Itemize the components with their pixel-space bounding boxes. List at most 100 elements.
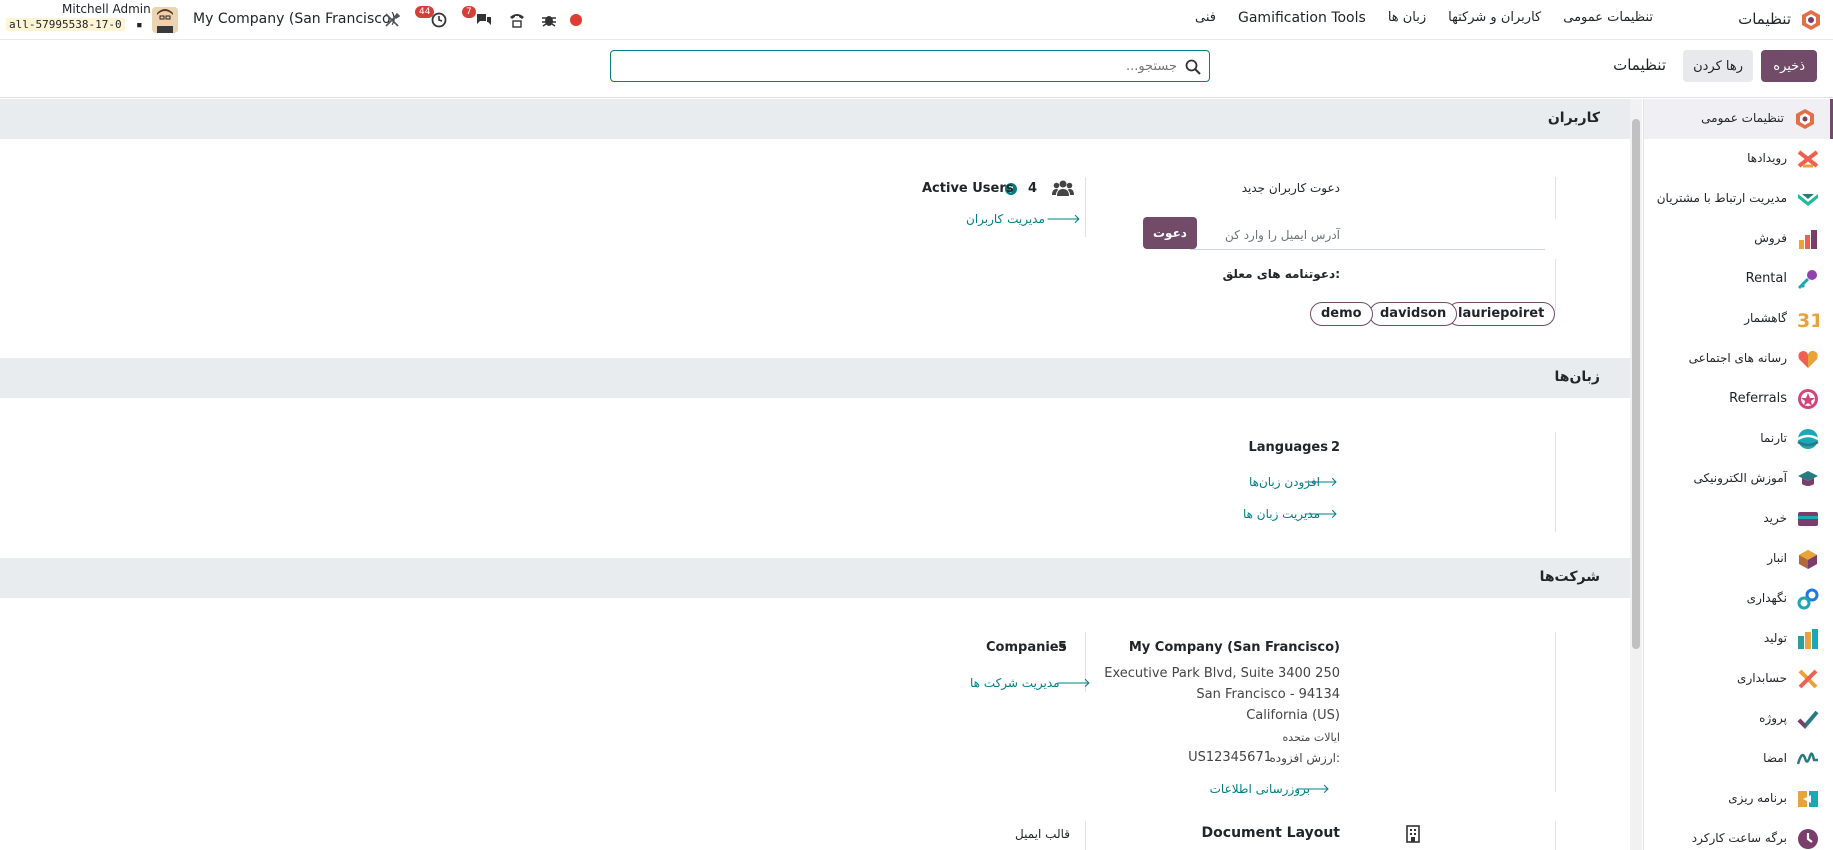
- arrow-right-icon: 🡒: [1056, 676, 1091, 691]
- companies-count: 5: [1058, 640, 1068, 655]
- app-title[interactable]: تنظیمات: [1738, 10, 1791, 28]
- user-name[interactable]: Mitchell Admin: [62, 2, 151, 16]
- sidebar-item-rental[interactable]: Rental: [1644, 259, 1833, 299]
- user-avatar[interactable]: [152, 7, 178, 33]
- languages-label: Languages: [1248, 440, 1328, 455]
- sidebar-item-social[interactable]: رسانه های اجتماعی: [1644, 339, 1833, 379]
- sidebar-item-calendar[interactable]: گاهشمار 31: [1644, 299, 1833, 339]
- sidebar-item-general-settings[interactable]: تنظیمات عمومی: [1644, 99, 1833, 139]
- pending-invite-tag[interactable]: demo: [1310, 302, 1373, 326]
- sidebar-item-timesheet[interactable]: برگه ساعت کارکرد: [1644, 819, 1833, 850]
- sidebar-item-label: انبار: [1767, 551, 1787, 565]
- breadcrumb-title: تنظیمات: [1613, 56, 1666, 74]
- events-app-icon: [1797, 150, 1819, 168]
- companies-label: Companies: [986, 640, 1067, 655]
- companies-section-title: شرکت‌ها: [1539, 569, 1600, 585]
- sidebar-item-sign[interactable]: امضا: [1644, 739, 1833, 779]
- planning-app-icon: [1798, 791, 1818, 807]
- main-menu: تنظیمات عمومی کاربران و شرکتها زبان ها G…: [1195, 10, 1653, 26]
- phone-icon[interactable]: [508, 11, 526, 29]
- manage-users-link[interactable]: مدیریت کاربران: [966, 212, 1045, 226]
- discard-button[interactable]: رها کردن: [1683, 50, 1753, 82]
- sidebar-item-crm[interactable]: مدیریت ارتباط با مشتریان: [1644, 179, 1833, 219]
- debug-tools-icon[interactable]: [383, 11, 401, 29]
- sidebar-item-website[interactable]: تارنما: [1644, 419, 1833, 459]
- arrow-right-icon: 🡒: [1295, 782, 1330, 797]
- sidebar-item-planning[interactable]: برنامه ریزی: [1644, 779, 1833, 819]
- manage-companies-link[interactable]: مدیریت شرکت ها: [970, 676, 1060, 690]
- email-template-label: قالب ایمیل: [1015, 827, 1070, 841]
- email-underline: [1190, 249, 1545, 250]
- referrals-app-icon: [1798, 389, 1818, 409]
- sidebar-item-project[interactable]: پروژه: [1644, 699, 1833, 739]
- sidebar-item-events[interactable]: رویدادها: [1644, 139, 1833, 179]
- messages-icon[interactable]: [475, 11, 493, 29]
- company-address-line: California (US): [1246, 708, 1340, 723]
- sidebar-item-sales[interactable]: فروش: [1644, 219, 1833, 259]
- social-app-icon: [1798, 351, 1818, 368]
- menu-technical[interactable]: فنی: [1195, 10, 1216, 26]
- pending-invite-tag[interactable]: lauriepoiret: [1447, 302, 1556, 326]
- languages-count: 2: [1330, 440, 1340, 455]
- sidebar-item-label: تنظیمات عمومی: [1701, 111, 1784, 125]
- messages-badge: 7: [462, 6, 476, 18]
- divider: [1085, 177, 1086, 237]
- scrollbar-thumb[interactable]: [1632, 119, 1640, 649]
- recording-dot-icon[interactable]: [567, 11, 585, 29]
- menu-gamification-tools[interactable]: Gamification Tools: [1238, 10, 1366, 26]
- sidebar-item-purchase[interactable]: خرید: [1644, 499, 1833, 539]
- sidebar-item-label: خرید: [1763, 511, 1787, 525]
- elearning-app-icon: [1798, 471, 1818, 486]
- sidebar-item-inventory[interactable]: انبار: [1644, 539, 1833, 579]
- menu-general-settings[interactable]: تنظیمات عمومی: [1563, 10, 1653, 26]
- sidebar-item-label: حسابداری: [1737, 671, 1787, 685]
- users-section-header: کاربران: [0, 99, 1630, 139]
- sidebar-item-referrals[interactable]: Referrals: [1644, 379, 1833, 419]
- building-icon: [1406, 825, 1420, 843]
- invite-email-input[interactable]: آدرس ایمیل را وارد کن: [1225, 228, 1340, 242]
- menu-languages[interactable]: زبان ها: [1388, 10, 1426, 26]
- pending-invite-tag[interactable]: davidson: [1369, 302, 1458, 326]
- purchase-app-icon: [1798, 512, 1818, 526]
- save-button[interactable]: ذخیره: [1761, 50, 1817, 82]
- accounting-app-icon: [1798, 669, 1818, 689]
- sidebar-item-label: رویدادها: [1747, 151, 1787, 165]
- company-country: ایالات متحده: [1282, 731, 1340, 744]
- crm-app-icon: [1798, 194, 1818, 206]
- sidebar-item-elearning[interactable]: آموزش الکترونیکی: [1644, 459, 1833, 499]
- invite-button[interactable]: دعوت: [1143, 217, 1197, 249]
- sidebar-item-label: مدیریت ارتباط با مشتریان: [1656, 191, 1787, 205]
- settings-app-icon: [1796, 109, 1814, 129]
- sales-app-icon: [1799, 230, 1817, 249]
- company-address-line: San Francisco - 94134: [1196, 687, 1340, 702]
- svg-text:31: 31: [1797, 310, 1819, 330]
- database-name: all-57995538-17-0: [6, 18, 125, 31]
- sidebar-item-accounting[interactable]: حسابداری: [1644, 659, 1833, 699]
- search-bar[interactable]: [610, 50, 1210, 82]
- sidebar-item-label: برنامه ریزی: [1728, 791, 1787, 805]
- divider: [1555, 259, 1556, 311]
- search-input[interactable]: [637, 56, 1177, 76]
- sidebar-item-label: گاهشمار: [1744, 311, 1787, 325]
- content-scrollbar[interactable]: [1630, 99, 1642, 850]
- bug-icon[interactable]: [540, 11, 558, 29]
- settings-app-logo-icon[interactable]: [1799, 8, 1823, 32]
- arrow-right-icon: 🡒: [1046, 212, 1081, 227]
- arrow-right-icon: 🡒: [1303, 475, 1338, 490]
- divider: [1555, 177, 1556, 219]
- arrow-right-icon: 🡒: [1303, 507, 1338, 522]
- sidebar-item-label: فروش: [1754, 231, 1787, 245]
- search-icon[interactable]: [1185, 59, 1201, 75]
- divider: [1555, 632, 1556, 792]
- sign-app-icon: [1797, 752, 1818, 765]
- database-icon: ▪: [136, 18, 143, 31]
- divider: [1085, 821, 1086, 850]
- companies-section-header: شرکت‌ها: [0, 558, 1630, 598]
- current-company[interactable]: My Company (San Francisco): [193, 11, 396, 27]
- divider: [1555, 821, 1556, 850]
- activity-badge: 44: [415, 6, 435, 18]
- sidebar-item-manufacturing[interactable]: تولید: [1644, 619, 1833, 659]
- menu-users-companies[interactable]: کاربران و شرکتها: [1448, 10, 1541, 26]
- sidebar-item-maintenance[interactable]: نگهداری: [1644, 579, 1833, 619]
- sidebar-item-label: Rental: [1745, 271, 1787, 286]
